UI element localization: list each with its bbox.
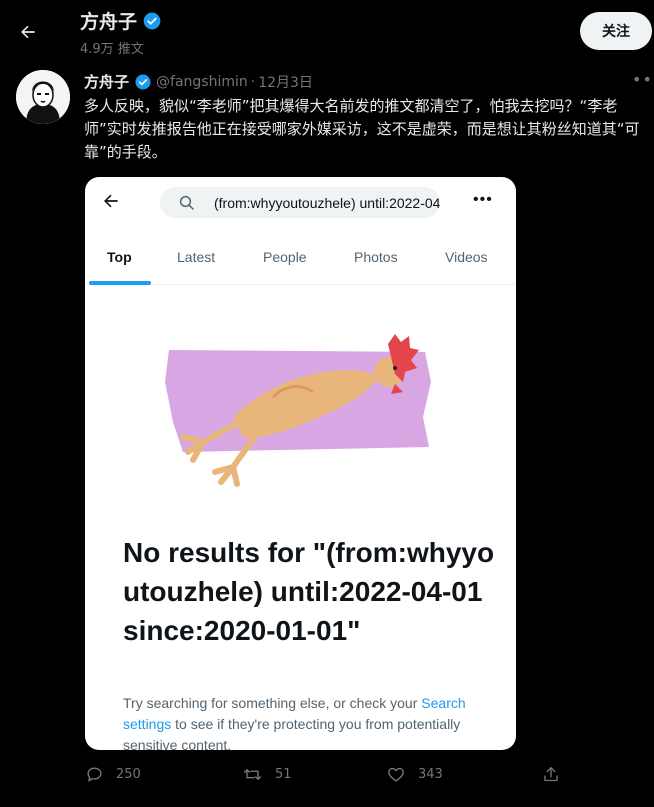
retweet-count: 51 — [275, 767, 292, 782]
arrow-left-icon — [101, 191, 121, 217]
arrow-left-icon — [21, 25, 35, 39]
separator-dot: · — [250, 73, 256, 90]
profile-name: 方舟子 — [80, 11, 138, 33]
search-query: (from:whyyoutouzhele) until:2022-04-01 s… — [214, 194, 440, 211]
tab-videos: Videos — [445, 249, 488, 265]
tweet-count: 4.9万 推文 — [80, 42, 144, 57]
like-count: 343 — [418, 767, 443, 782]
reply-button[interactable]: 250 — [85, 765, 141, 784]
verified-badge-icon — [142, 11, 162, 31]
author-handle[interactable]: @fangshimin — [156, 74, 248, 90]
tab-top: Top — [107, 249, 132, 265]
tab-photos: Photos — [354, 249, 398, 265]
search-tabs: Top Latest People Photos Videos — [85, 241, 516, 285]
verified-badge-icon — [134, 73, 152, 91]
no-results-title: No results for "(from:whyyoutouzhele) un… — [123, 537, 495, 646]
back-button[interactable] — [10, 14, 46, 50]
no-results-text: Try searching for something else, or che… — [123, 695, 422, 711]
no-results-text-end: to see if they're protecting you from po… — [123, 716, 461, 750]
reply-icon — [87, 767, 102, 782]
more-options-icon: ••• — [473, 191, 493, 208]
no-results-subtitle: Try searching for something else, or che… — [123, 693, 473, 750]
reply-count: 250 — [116, 767, 141, 782]
search-field: (from:whyyoutouzhele) until:2022-04-01 s… — [160, 187, 440, 218]
profile-header: 方舟子 4.9万 推文 关注 — [0, 0, 654, 62]
tab-people: People — [263, 249, 307, 265]
search-icon — [178, 194, 196, 212]
tweet-date[interactable]: 12月3日 — [258, 72, 313, 92]
author-name[interactable]: 方舟子 — [84, 71, 129, 92]
retweet-icon — [243, 769, 262, 780]
tweet-text: 多人反映，貌似“李老师”把其爆得大名前发的推文都清空了，怕我去挖吗？“李老师”实… — [84, 97, 640, 161]
share-icon — [544, 767, 558, 782]
active-tab-indicator — [89, 281, 151, 285]
follow-button[interactable]: 关注 — [580, 12, 652, 50]
share-button[interactable] — [542, 765, 560, 784]
avatar[interactable] — [16, 70, 70, 124]
heart-icon — [388, 767, 404, 782]
like-button[interactable]: 343 — [386, 765, 443, 784]
rubber-chicken-illustration — [165, 334, 431, 487]
more-options-icon[interactable]: ••• — [632, 70, 654, 89]
embedded-screenshot[interactable]: (from:whyyoutouzhele) until:2022-04-01 s… — [85, 177, 516, 750]
tab-latest: Latest — [177, 249, 216, 265]
tweet-actions: 250 51 343 — [0, 765, 654, 789]
retweet-button[interactable]: 51 — [242, 765, 292, 784]
